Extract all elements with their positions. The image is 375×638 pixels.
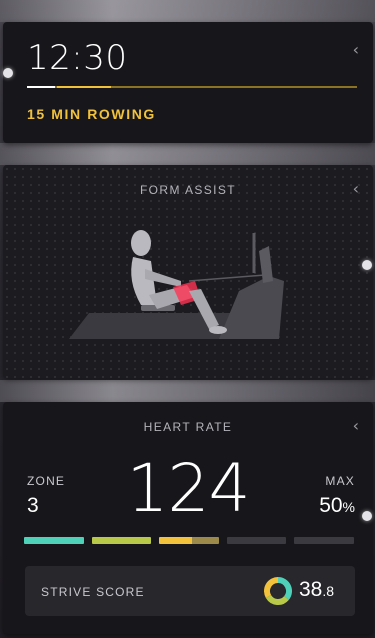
strive-score-label: STRIVE SCORE bbox=[41, 585, 145, 599]
strive-score-decimal: .8 bbox=[322, 583, 335, 599]
divider-band bbox=[0, 380, 375, 402]
strive-ring-segment bbox=[277, 577, 292, 600]
form-assist-title: FORM ASSIST bbox=[139, 183, 237, 197]
workout-label: 15 MIN ROWING bbox=[27, 106, 156, 122]
timer-progress-fill bbox=[27, 86, 56, 88]
heart-rate-value: 124 bbox=[126, 450, 251, 527]
zone-bar-3 bbox=[159, 537, 219, 544]
chevron-left-icon[interactable]: ‹ bbox=[353, 40, 359, 59]
max-value-number: 50 bbox=[319, 494, 343, 517]
heart-rate-title: HEART RATE bbox=[143, 420, 233, 434]
timer-value: 12:30 bbox=[27, 38, 128, 78]
zone-bar-5 bbox=[294, 537, 354, 544]
timer-progress-bar bbox=[27, 86, 357, 88]
strive-score-main: 38 bbox=[299, 578, 323, 601]
zone-bar-2 bbox=[91, 537, 152, 544]
strive-ring-segment bbox=[265, 594, 289, 605]
chevron-left-icon[interactable]: ‹ bbox=[353, 179, 359, 198]
max-label: MAX bbox=[325, 474, 355, 488]
side-handle-dot[interactable] bbox=[3, 68, 13, 78]
side-handle-dot[interactable] bbox=[362, 260, 372, 270]
divider-band bbox=[0, 0, 375, 22]
zone-bars bbox=[24, 537, 354, 544]
strive-ring-icon bbox=[264, 577, 292, 605]
heart-rate-card[interactable]: HEART RATE ‹ ZONE 3 124 MAX 50% STRIVE S… bbox=[3, 402, 373, 634]
side-handle-dot[interactable] bbox=[362, 511, 372, 521]
zone-bar-4 bbox=[226, 537, 287, 544]
strive-score-panel[interactable]: STRIVE SCORE 38.8 bbox=[25, 566, 355, 616]
zone-bar-1 bbox=[24, 537, 84, 544]
timer-progress-highlight bbox=[57, 86, 112, 88]
timer-card[interactable]: 12:30 ‹ 15 MIN ROWING bbox=[3, 22, 373, 143]
form-assist-card[interactable]: FORM ASSIST ‹ bbox=[3, 165, 373, 378]
strive-ring-segment bbox=[264, 577, 279, 598]
rower-figure-icon bbox=[69, 230, 284, 339]
divider-band bbox=[0, 143, 375, 165]
chevron-left-icon[interactable]: ‹ bbox=[353, 416, 359, 435]
max-value: 50% bbox=[319, 494, 355, 518]
strive-score-value: 38.8 bbox=[299, 578, 334, 602]
max-value-unit: % bbox=[342, 499, 355, 515]
